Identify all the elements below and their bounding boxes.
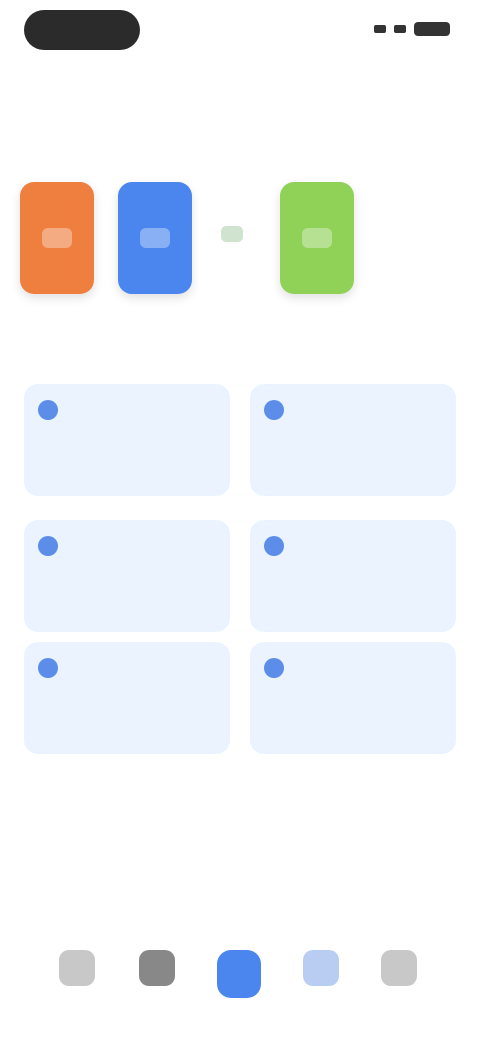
category-green-icon [302,228,332,248]
category-faint-icon [221,226,243,242]
grid-icon [139,950,175,986]
category-tile-blue[interactable] [118,182,192,294]
tab-profile[interactable] [364,950,434,992]
center-icon [217,950,261,998]
tab-center[interactable] [204,950,274,1004]
category-tile-green[interactable] [280,182,354,294]
home-icon [59,950,95,986]
status-icons [374,22,450,36]
category-blue-icon [140,228,170,248]
card-6-icon [264,658,284,678]
category-tile-orange[interactable] [20,182,94,294]
status-time-pill [24,10,140,50]
card-1-icon [38,400,58,420]
category-tile-faint[interactable] [206,204,258,264]
feature-card-5[interactable] [24,642,230,754]
signal-icon [374,25,386,33]
message-icon [303,950,339,986]
card-4-icon [264,536,284,556]
battery-icon [414,22,450,36]
card-2-icon [264,400,284,420]
category-orange-icon [42,228,72,248]
tab-message[interactable] [286,950,356,992]
card-5-icon [38,658,58,678]
feature-card-1[interactable] [24,384,230,496]
tab-home[interactable] [42,950,112,992]
wifi-icon [394,25,406,33]
feature-card-3[interactable] [24,520,230,632]
profile-icon [381,950,417,986]
feature-card-6[interactable] [250,642,456,754]
bottom-tab-bar [0,930,480,1040]
feature-card-4[interactable] [250,520,456,632]
feature-card-2[interactable] [250,384,456,496]
card-3-icon [38,536,58,556]
tab-grid[interactable] [122,950,192,992]
